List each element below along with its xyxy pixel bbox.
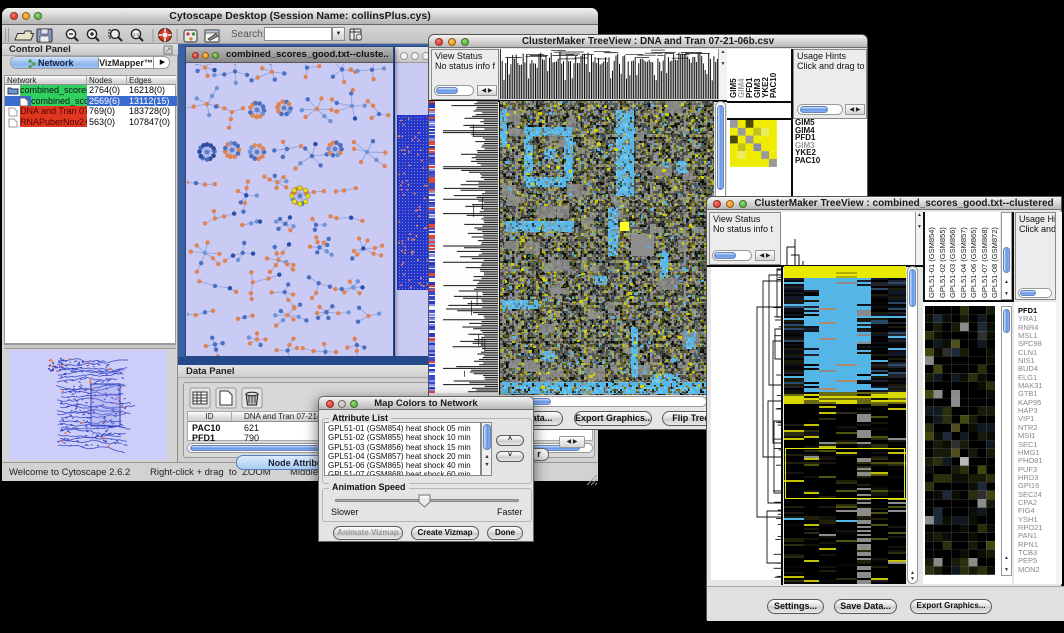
svg-text:1:1: 1:1 [133, 32, 140, 37]
